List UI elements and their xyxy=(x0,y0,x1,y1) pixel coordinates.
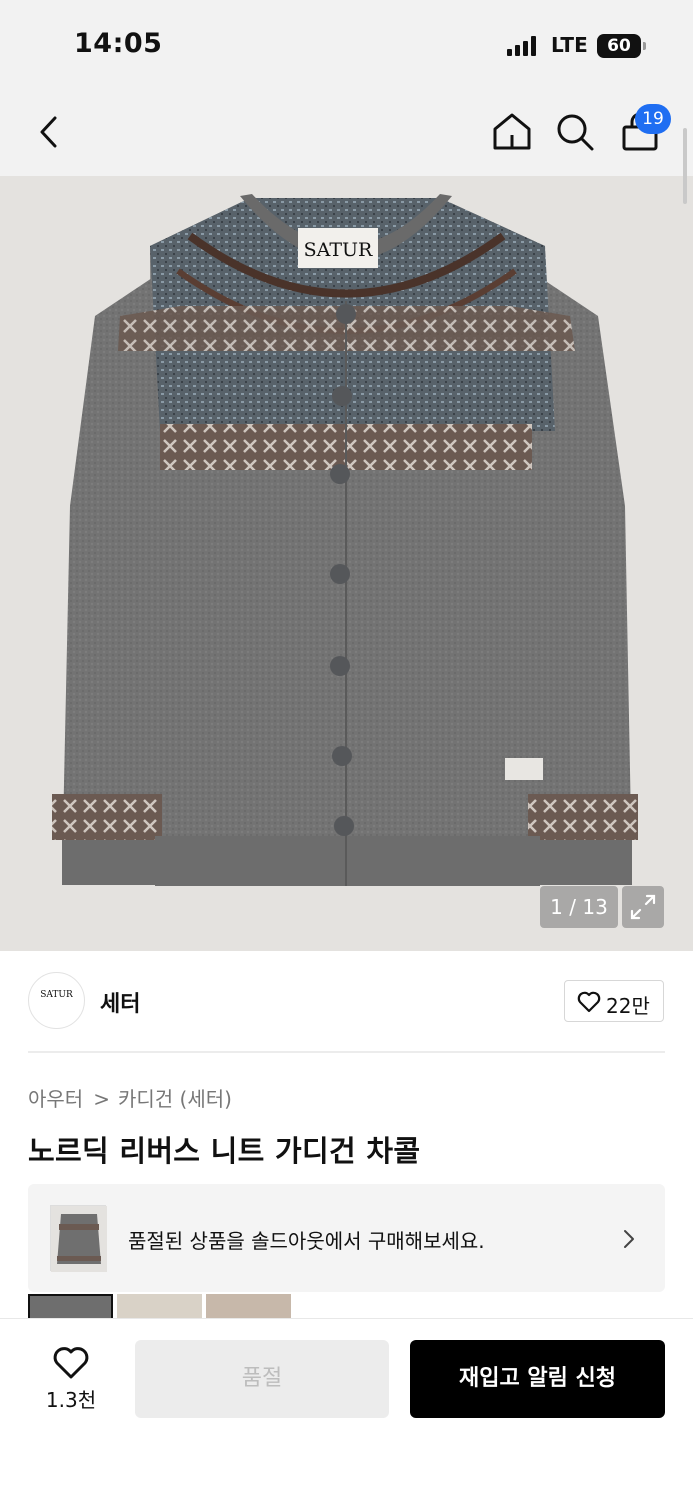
brand-logo[interactable]: SATUR xyxy=(28,972,85,1029)
brand-like-count: 22만 xyxy=(606,994,650,1018)
cardigan-image: SATUR xyxy=(52,194,638,886)
top-nav xyxy=(0,92,693,176)
status-bar: 14:05 LTE 60 xyxy=(0,0,693,92)
variant-thumb-beige[interactable] xyxy=(206,1294,291,1320)
product-image[interactable]: SATUR xyxy=(0,176,693,951)
expand-button[interactable] xyxy=(622,886,664,928)
signal-icon xyxy=(507,36,537,56)
breadcrumb-separator: > xyxy=(93,1087,110,1111)
expand-icon xyxy=(630,894,656,920)
divider xyxy=(28,1051,665,1053)
heart-icon xyxy=(577,991,601,1013)
brand-name[interactable]: 세터 xyxy=(100,986,140,1018)
search-icon[interactable] xyxy=(553,110,597,154)
breadcrumb-outer[interactable]: 아우터 xyxy=(28,1087,83,1111)
soldout-button: 품절 xyxy=(135,1340,389,1418)
breadcrumb-cardigan[interactable]: 카디건 (세터) xyxy=(118,1087,232,1111)
garment-label: SATUR xyxy=(304,239,373,261)
cart-badge: 19 xyxy=(635,104,671,134)
brand-logo-text: SATUR xyxy=(40,990,73,1000)
soldout-banner[interactable]: 품절된 상품을 솔드아웃에서 구매해보세요. xyxy=(28,1184,665,1292)
product-title: 노르딕 리버스 니트 가디건 차콜 xyxy=(28,1134,421,1168)
variant-thumb-ivory[interactable] xyxy=(117,1294,202,1320)
image-counter: 1 / 13 xyxy=(540,886,618,928)
brand-row: SATUR 세터 22만 xyxy=(28,972,665,1032)
restock-alert-button[interactable]: 재입고 알림 신청 xyxy=(410,1340,665,1418)
breadcrumb: 아우터 > 카디건 (세터) xyxy=(28,1083,232,1112)
soldout-text: 품절된 상품을 솔드아웃에서 구매해보세요. xyxy=(128,1229,485,1253)
network-type: LTE xyxy=(551,33,588,57)
status-time: 14:05 xyxy=(74,28,163,59)
chevron-right-icon xyxy=(624,1230,634,1248)
battery-icon: 60 xyxy=(597,34,646,58)
variant-strip xyxy=(28,1294,298,1320)
soldout-thumbnail xyxy=(50,1205,107,1272)
home-icon[interactable] xyxy=(490,110,534,154)
back-icon[interactable] xyxy=(28,110,72,154)
wishlist-heart-icon[interactable] xyxy=(52,1346,90,1380)
brand-like-button[interactable]: 22만 xyxy=(564,980,664,1022)
wishlist-count: 1.3천 xyxy=(45,1388,97,1412)
variant-thumb-charcoal[interactable] xyxy=(28,1294,113,1320)
scrollbar[interactable] xyxy=(683,128,687,204)
